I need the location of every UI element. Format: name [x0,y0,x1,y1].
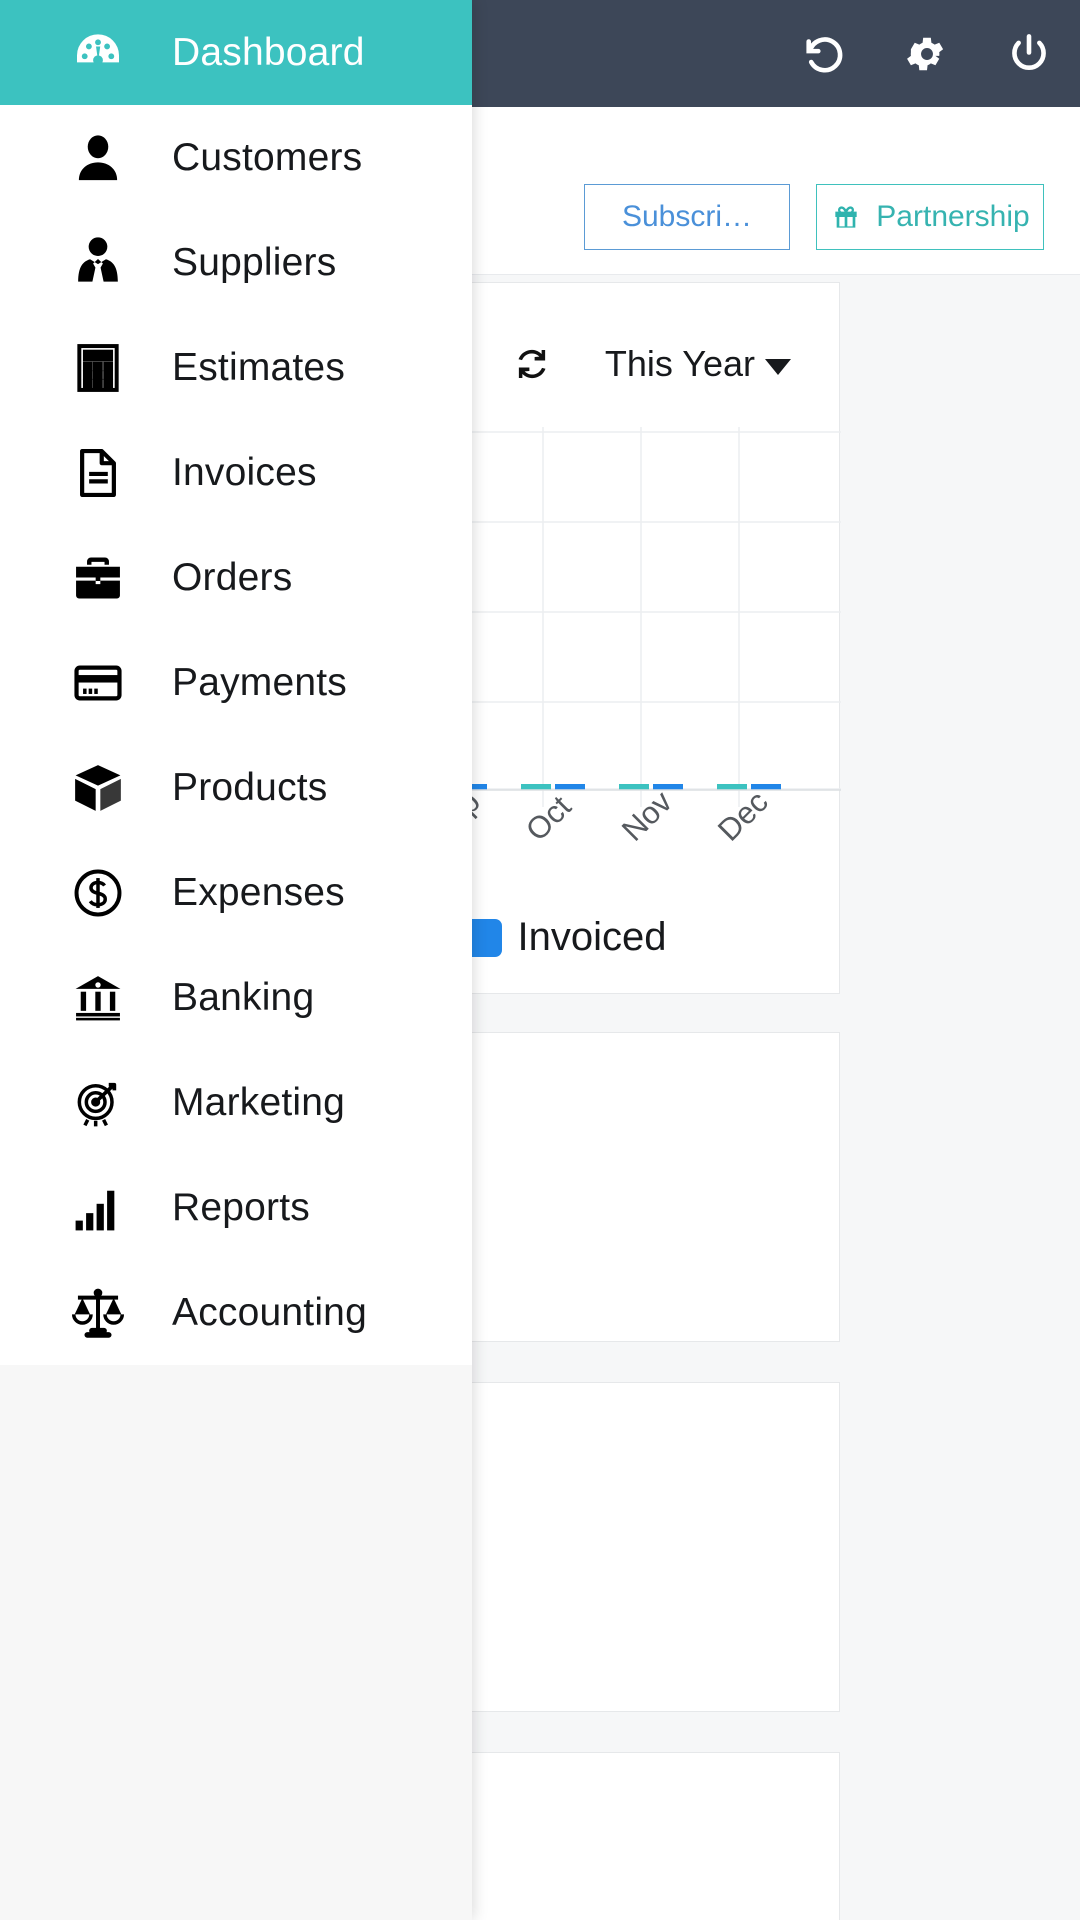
sidebar-label-banking: Banking [172,975,315,1019]
sidebar-item-customers[interactable]: Customers [0,105,472,210]
user-icon [70,130,126,186]
partnership-button-label: Partnership [876,200,1030,233]
dashboard-icon [70,25,126,81]
power-icon[interactable] [1006,31,1052,77]
sidebar-label-expenses: Expenses [172,870,345,914]
box-icon [70,760,126,816]
gift-icon [830,201,862,233]
sidebar-drawer: Dashboard Customers Suppliers Estimates … [0,0,472,1920]
dollar-coin-icon [70,865,126,921]
sidebar-label-customers: Customers [172,135,363,179]
sidebar-item-banking[interactable]: Banking [0,945,472,1050]
sidebar-item-accounting[interactable]: Accounting [0,1260,472,1365]
sidebar-label-reports: Reports [172,1185,310,1229]
sidebar-label-payments: Payments [172,660,348,704]
sidebar-item-expenses[interactable]: Expenses [0,840,472,945]
partnership-button[interactable]: Partnership [816,184,1044,250]
refresh-icon[interactable] [511,343,553,385]
history-icon[interactable] [802,31,848,77]
sidebar-footer-space [0,1365,472,1920]
sidebar-label-estimates: Estimates [172,345,346,389]
subscription-button-label: Subscri… [621,200,753,233]
sidebar-item-suppliers[interactable]: Suppliers [0,210,472,315]
sidebar-item-products[interactable]: Products [0,735,472,840]
tie-user-icon [70,235,126,291]
top-bar-actions [802,0,1052,107]
sidebar-item-payments[interactable]: Payments [0,630,472,735]
legend-item-invoiced[interactable]: Invoiced [463,915,667,960]
sidebar-item-invoices[interactable]: Invoices [0,420,472,525]
sidebar-item-orders[interactable]: Orders [0,525,472,630]
app-root: Subscri… Partnership This Year Oct Nov D… [0,0,1080,1920]
sidebar-label-invoices: Invoices [172,450,317,494]
date-range-selector[interactable]: This Year [605,343,791,385]
legend-label-invoiced: Invoiced [517,915,667,959]
bar-chart-icon [70,1180,126,1236]
target-icon [70,1075,126,1131]
sidebar-label-dashboard: Dashboard [172,30,365,74]
sidebar-item-marketing[interactable]: Marketing [0,1050,472,1155]
sidebar-item-estimates[interactable]: Estimates [0,315,472,420]
calculator-icon [70,340,126,396]
document-icon [70,445,126,501]
sidebar-item-dashboard[interactable]: Dashboard [0,0,472,105]
date-range-label: This Year [604,343,755,384]
sidebar-label-suppliers: Suppliers [172,240,337,284]
subscription-button[interactable]: Subscri… [584,184,790,250]
sidebar-label-accounting: Accounting [172,1290,367,1334]
sidebar-label-products: Products [172,765,328,809]
sidebar-label-orders: Orders [172,555,293,599]
chart-toolbar: This Year [417,343,791,385]
chevron-down-icon [765,359,791,375]
sidebar-item-reports[interactable]: Reports [0,1155,472,1260]
briefcase-icon [70,550,126,606]
sidebar-label-marketing: Marketing [172,1080,346,1124]
scales-icon [70,1285,126,1341]
bank-icon [70,970,126,1026]
credit-card-icon [70,655,126,711]
gear-icon[interactable] [904,31,950,77]
